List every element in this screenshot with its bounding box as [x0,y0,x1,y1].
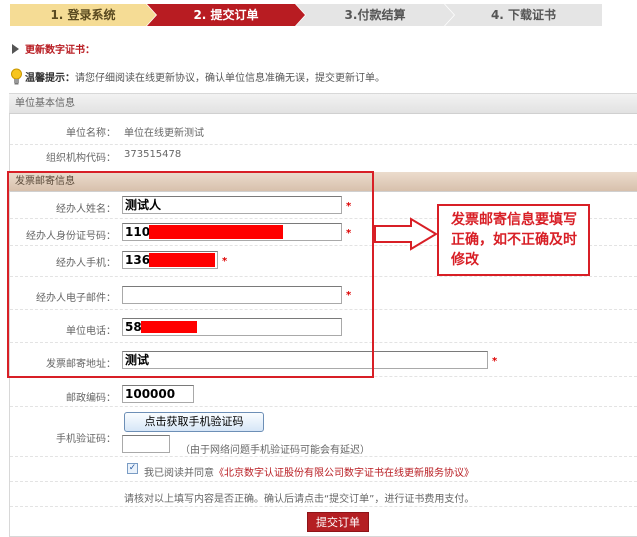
tip-prefix: 温馨提示： [25,73,75,84]
sms-delay-hint: （由于网络问题手机验证码可能会有延迟） [180,445,370,456]
sms-code-input[interactable] [122,435,170,453]
annotation-note: 发票邮寄信息要填写正确，如不正确及时修改 [437,204,590,276]
postal-code-label: 邮政编码： [66,393,116,404]
highlight-box [7,171,374,378]
org-code-value: 373515478 [124,149,182,160]
tip-text: 请您仔细阅读在线更新协议，确认单位信息准确无误，提交更新订单。 [75,73,385,84]
warm-tip: 温馨提示：请您仔细阅读在线更新协议，确认单位信息准确无误，提交更新订单。 [10,68,385,85]
org-code-label: 组织机构代码： [46,153,116,164]
arrow-right-icon [374,217,438,251]
order-progress-steps: 1. 登录系统 2. 提交订单 3.付款结算 4. 下载证书 [10,4,602,26]
divider [10,456,637,457]
sms-code-label: 手机验证码： [56,434,116,445]
step-payment: 3.付款结算 [296,4,454,26]
agreement-text: 我已阅读并同意《北京数字认证股份有限公司数字证书在线更新服务协议》 [144,468,474,479]
unit-info-header: 单位基本信息 [9,94,637,114]
step-download-certificate: 4. 下载证书 [445,4,602,26]
required-mark: * [492,356,498,367]
service-agreement-link[interactable]: 《北京数字认证股份有限公司数字证书在线更新服务协议》 [214,468,474,479]
step-login: 1. 登录系统 [10,4,156,26]
agree-checkbox[interactable]: ✓ [127,463,138,474]
postal-code-input[interactable]: 100000 [122,385,194,403]
divider [10,406,637,407]
triangle-bullet-icon [12,44,19,54]
unit-name-label: 单位名称： [66,128,116,139]
get-sms-code-button[interactable]: 点击获取手机验证码 [124,412,264,432]
step-submit-order-active: 2. 提交订单 [147,4,305,26]
unit-name-value: 单位在线更新测试 [124,128,204,139]
divider [10,144,637,145]
lightbulb-icon [11,68,22,85]
confirm-instructions: 请核对以上填写内容是否正确。确认后请点击“提交订单”，进行证书费用支付。 [124,494,475,505]
submit-order-button[interactable]: 提交订单 [307,512,369,532]
section-title: 更新数字证书： [12,41,95,56]
divider [10,481,637,482]
divider [10,506,637,507]
